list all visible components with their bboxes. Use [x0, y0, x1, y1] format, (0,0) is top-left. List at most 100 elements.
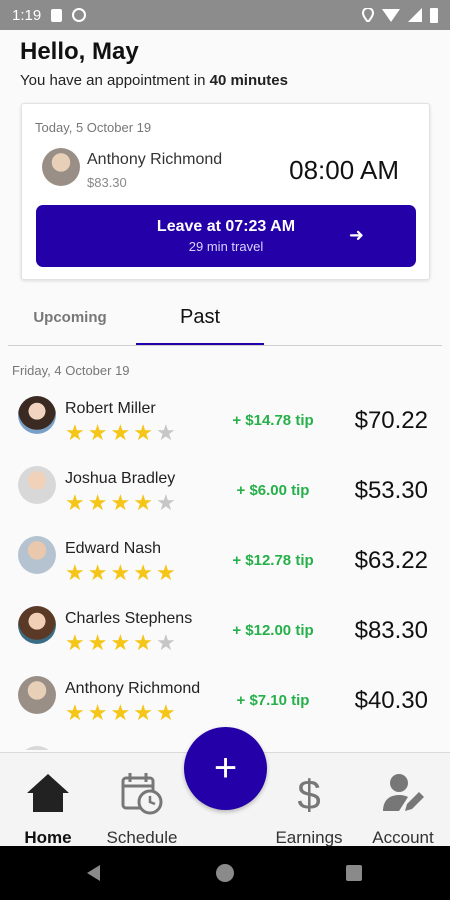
user-edit-icon [383, 774, 424, 811]
greeting-title: Hello, May [20, 38, 139, 65]
star-filled-icon: ★ [110, 420, 131, 445]
status-time: 1:19 [12, 6, 42, 24]
list-item[interactable]: Charles Stephens ★ ★ ★ ★ ★ + $12.00 tip $83.… [0, 595, 450, 665]
rating-stars: ★ ★ ★ ★ ★ [65, 562, 176, 584]
appointment-eta: 40 minutes [209, 72, 288, 89]
appointment-time: 08:00 AM [289, 155, 399, 185]
star-filled-icon: ★ [133, 560, 153, 585]
avatar [18, 746, 56, 750]
star-filled-icon: ★ [87, 420, 108, 445]
home-circle-icon[interactable] [216, 864, 234, 882]
client-name: Anthony Richmond [65, 680, 201, 697]
star-filled-icon: ★ [133, 490, 153, 515]
appointment-amount: $40.30 [354, 687, 428, 714]
list-item[interactable]: Edward Nash ★ ★ ★ ★ ★ + $12.78 tip $63.22 [0, 525, 450, 595]
day-label: Friday, 4 October 19 [12, 363, 130, 378]
appointment-amount: $70.22 [354, 407, 428, 434]
appointment-price: $83.30 [87, 175, 127, 190]
avatar [18, 466, 56, 504]
nav-earnings[interactable]: $ Earnings [259, 771, 359, 848]
system-navigation-bar [0, 846, 450, 900]
list-item[interactable]: Anthony Richmond ★ ★ ★ ★ ★ + $7.10 tip $40.3… [0, 665, 450, 735]
rating-stars: ★ ★ ★ ★ ★ [65, 702, 176, 724]
recent-apps-icon[interactable] [346, 865, 362, 881]
client-name: Edward Nash [65, 540, 162, 557]
star-filled-icon: ★ [133, 420, 153, 445]
star-filled-icon: ★ [87, 560, 108, 585]
avatar [18, 536, 56, 574]
dollar-icon: $ [297, 771, 320, 815]
home-icon [27, 774, 69, 812]
star-filled-icon: ★ [155, 560, 176, 585]
status-bar: 1:19 [0, 0, 450, 30]
next-appointment-card[interactable]: Today, 5 October 19 Anthony Richmond $83… [21, 103, 430, 280]
client-name: Anthony Richmond [87, 151, 223, 168]
rating-stars: ★ ★ ★ ★ ★ [65, 492, 176, 514]
appointment-tabs: Upcoming Past [0, 290, 450, 347]
tip-amount: + $6.00 tip [236, 482, 310, 499]
avatar [42, 148, 80, 186]
star-filled-icon: ★ [133, 630, 153, 655]
sync-icon [72, 8, 87, 22]
star-filled-icon: ★ [87, 490, 108, 515]
nav-home[interactable]: Home [0, 771, 98, 848]
star-filled-icon: ★ [110, 630, 131, 655]
location-icon [362, 8, 374, 22]
tab-past[interactable]: Past [136, 290, 264, 345]
avatar [18, 606, 56, 644]
back-icon[interactable] [87, 865, 100, 881]
signal-icon [408, 8, 422, 22]
star-filled-icon: ★ [65, 700, 85, 725]
sim-card-icon [51, 8, 63, 22]
star-filled-icon: ★ [110, 490, 131, 515]
client-name: Joshua Bradley [65, 470, 176, 487]
appointment-date: Today, 5 October 19 [35, 120, 152, 135]
star-filled-icon: ★ [65, 420, 85, 445]
nav-earnings-label: Earnings [275, 828, 343, 847]
star-empty-icon: ★ [155, 420, 176, 445]
arrow-right-icon: ➜ [348, 225, 364, 245]
star-filled-icon: ★ [110, 700, 131, 725]
list-item[interactable]: Joshua Bradley ★ ★ ★ ★ ★ + $6.00 tip $53.30 [0, 455, 450, 525]
greeting-section: Hello, May You have an appointment in 40… [20, 38, 288, 89]
tip-amount: + $12.00 tip [232, 622, 314, 639]
client-name: Robert Miller [65, 400, 156, 417]
star-empty-icon: ★ [155, 490, 176, 515]
star-filled-icon: ★ [87, 700, 108, 725]
nav-schedule[interactable]: Schedule [92, 771, 192, 848]
tip-amount: + $14.78 tip [232, 412, 314, 429]
tab-upcoming[interactable]: Upcoming [0, 290, 140, 345]
rating-stars: ★ ★ ★ ★ ★ [65, 632, 176, 654]
nav-schedule-label: Schedule [106, 828, 178, 847]
list-item[interactable]: Robert Miller ★ ★ ★ ★ ★ + $14.78 tip $70.22 [0, 385, 450, 455]
star-filled-icon: ★ [65, 560, 85, 585]
rating-stars: ★ ★ ★ ★ ★ [65, 422, 176, 444]
plus-icon: + [213, 746, 238, 790]
star-empty-icon: ★ [155, 630, 176, 655]
nav-home-label: Home [24, 828, 72, 847]
tip-amount: + $7.10 tip [236, 692, 310, 709]
appointment-amount: $63.22 [354, 547, 428, 574]
tip-amount: + $12.78 tip [232, 552, 314, 569]
nav-account-label: Account [372, 828, 434, 847]
star-filled-icon: ★ [133, 700, 153, 725]
divider [8, 345, 442, 346]
avatar [18, 396, 56, 434]
star-filled-icon: ★ [87, 630, 108, 655]
wifi-icon [382, 8, 400, 22]
star-filled-icon: ★ [110, 560, 131, 585]
star-filled-icon: ★ [65, 630, 85, 655]
battery-icon [430, 7, 438, 23]
star-filled-icon: ★ [155, 700, 176, 725]
svg-text:$: $ [297, 771, 320, 815]
calendar-clock-icon [121, 773, 163, 815]
add-appointment-button[interactable]: + [184, 727, 267, 810]
leave-now-button[interactable]: Leave at 07:23 AM 29 min travel ➜ [36, 205, 416, 267]
nav-account[interactable]: Account [353, 771, 450, 848]
star-filled-icon: ★ [65, 490, 85, 515]
avatar [18, 676, 56, 714]
appointment-amount: $53.30 [354, 477, 428, 504]
past-appointments-list: Robert Miller ★ ★ ★ ★ ★ + $14.78 tip $70.22 … [0, 385, 450, 750]
client-name: Charles Stephens [65, 610, 193, 627]
appointment-amount: $83.30 [354, 617, 428, 644]
